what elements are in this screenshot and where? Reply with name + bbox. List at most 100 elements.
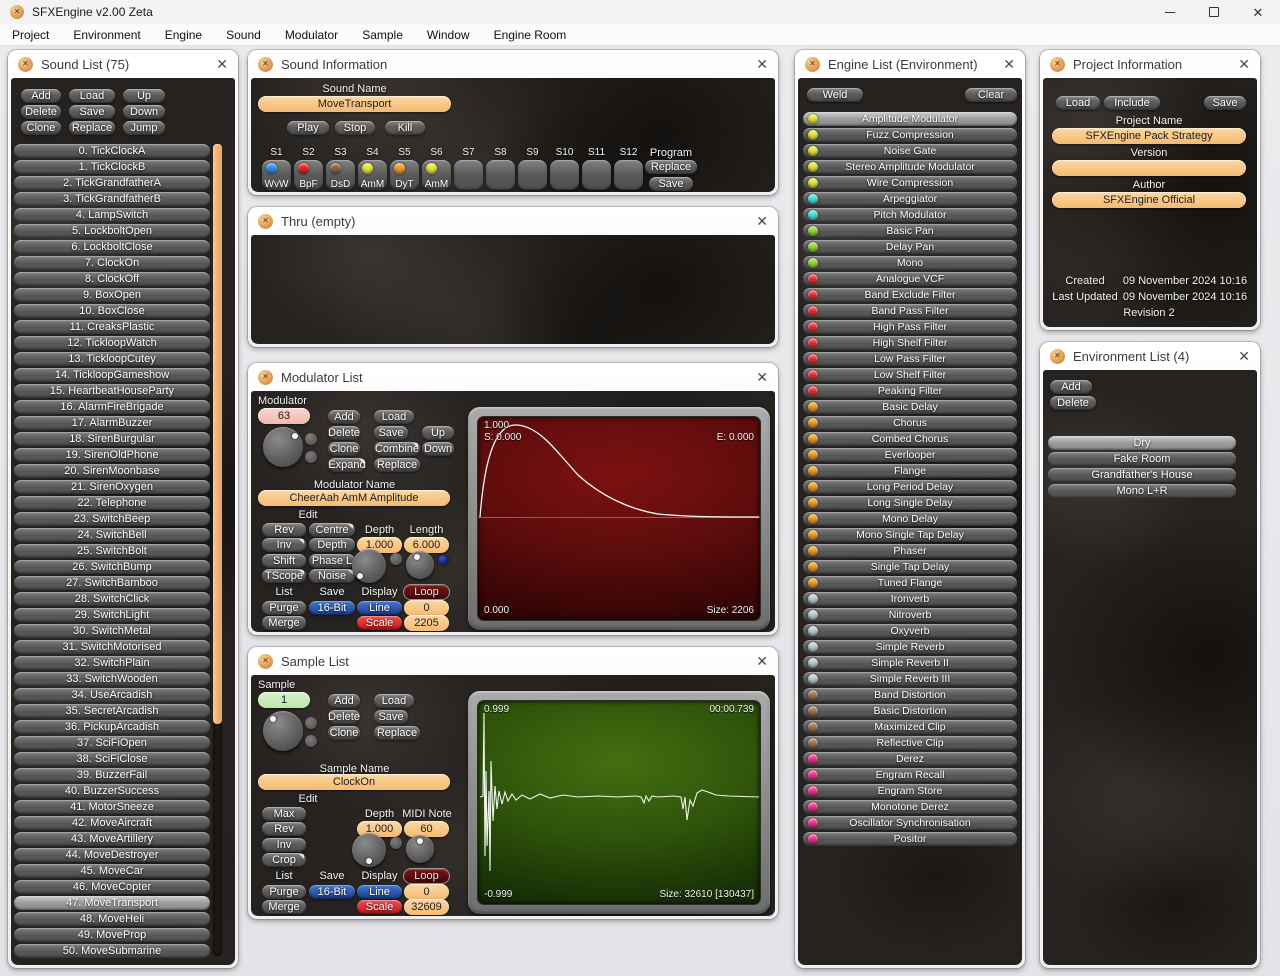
sound-list-item[interactable]: 39. BuzzerFail bbox=[14, 768, 210, 782]
sound-list-item[interactable]: 21. SirenOxygen bbox=[14, 480, 210, 494]
close-icon[interactable]: ✕ bbox=[756, 370, 768, 384]
environment-list-item[interactable]: Mono L+R bbox=[1048, 484, 1236, 498]
sound-list-item[interactable]: 27. SwitchBamboo bbox=[14, 576, 210, 590]
panel-modulator-list-titlebar[interactable]: ✕ Modulator List ✕ bbox=[248, 363, 778, 391]
environment-delete-button[interactable]: Delete bbox=[1050, 396, 1096, 410]
panel-engine-list-titlebar[interactable]: ✕ Engine List (Environment) ✕ bbox=[795, 50, 1025, 78]
engine-list-item[interactable]: Positor bbox=[803, 832, 1017, 846]
engine-list-item[interactable]: Delay Pan bbox=[803, 240, 1017, 254]
engine-list-item[interactable]: Oxyverb bbox=[803, 624, 1017, 638]
modulator-add-button[interactable]: Add bbox=[328, 410, 360, 424]
kill-button[interactable]: Kill bbox=[385, 121, 425, 135]
sound-list-item[interactable]: 7. ClockOn bbox=[14, 256, 210, 270]
modulator-expand-button[interactable]: Expand bbox=[328, 458, 366, 472]
menu-engine-room[interactable]: Engine Room bbox=[482, 24, 579, 45]
sound-list-item[interactable]: 9. BoxOpen bbox=[14, 288, 210, 302]
sound-list-item[interactable]: 45. MoveCar bbox=[14, 864, 210, 878]
sound-list-scrollbar-thumb[interactable] bbox=[213, 144, 222, 724]
panel-sound-list-titlebar[interactable]: ✕ Sound List (75) ✕ bbox=[8, 50, 238, 78]
engine-list-item[interactable]: Long Period Delay bbox=[803, 480, 1017, 494]
version-field[interactable] bbox=[1052, 160, 1246, 176]
sound-slot[interactable]: DsD bbox=[326, 160, 355, 190]
sound-list-item[interactable]: 38. SciFiClose bbox=[14, 752, 210, 766]
menu-sample[interactable]: Sample bbox=[350, 24, 415, 45]
scale-button[interactable]: Scale bbox=[357, 616, 402, 630]
line-button[interactable]: Line bbox=[357, 601, 402, 615]
sound-list-item[interactable]: 40. BuzzerSuccess bbox=[14, 784, 210, 798]
purge-button[interactable]: Purge bbox=[262, 601, 306, 615]
depth-button[interactable]: Depth bbox=[309, 538, 355, 552]
sound-list-item[interactable]: 12. TickloopWatch bbox=[14, 336, 210, 350]
weld-button[interactable]: Weld bbox=[807, 88, 863, 102]
sound-slot[interactable] bbox=[550, 160, 579, 190]
sound-slot[interactable]: DyT bbox=[390, 160, 419, 190]
loop-button[interactable]: Loop bbox=[404, 585, 449, 599]
engine-list-item[interactable]: Simple Reverb bbox=[803, 640, 1017, 654]
rev-button[interactable]: Rev bbox=[262, 523, 306, 537]
sound-list-item[interactable]: 48. MoveHeli bbox=[14, 912, 210, 926]
program-replace-button[interactable]: Replace bbox=[645, 160, 697, 174]
close-icon[interactable]: ✕ bbox=[756, 654, 768, 668]
modulator-name-field[interactable]: CheerAah AmM Amplitude bbox=[258, 490, 450, 506]
menu-window[interactable]: Window bbox=[415, 24, 482, 45]
sound-list-delete-button[interactable]: Delete bbox=[21, 105, 61, 119]
sample-number-field[interactable]: 1 bbox=[258, 692, 310, 708]
close-icon[interactable]: ✕ bbox=[1238, 349, 1250, 363]
sound-list-item[interactable]: 6. LockboltClose bbox=[14, 240, 210, 254]
sound-list-item[interactable]: 20. SirenMoonbase bbox=[14, 464, 210, 478]
sound-list-item[interactable]: 49. MoveProp bbox=[14, 928, 210, 942]
bit-depth-button[interactable]: 16-Bit bbox=[309, 885, 355, 899]
loop-start-field[interactable]: 0 bbox=[404, 600, 449, 616]
scale-button[interactable]: Scale bbox=[357, 900, 402, 914]
sound-name-field[interactable]: MoveTransport bbox=[258, 96, 451, 112]
sample-name-field[interactable]: ClockOn bbox=[258, 774, 450, 790]
sound-list-item[interactable]: 18. SirenBurgular bbox=[14, 432, 210, 446]
panel-sample-list-titlebar[interactable]: ✕ Sample List ✕ bbox=[248, 647, 778, 675]
sound-list-item[interactable]: 24. SwitchBell bbox=[14, 528, 210, 542]
sound-list-scrollbar[interactable] bbox=[213, 144, 222, 956]
sample-select-knob[interactable] bbox=[263, 711, 303, 751]
author-field[interactable]: SFXEngine Official bbox=[1052, 192, 1246, 208]
sound-list-item[interactable]: 44. MoveDestroyer bbox=[14, 848, 210, 862]
sound-list-replace-button[interactable]: Replace bbox=[69, 121, 115, 135]
engine-list-item[interactable]: Arpeggiator bbox=[803, 192, 1017, 206]
sound-list-item[interactable]: 2. TickGrandfatherA bbox=[14, 176, 210, 190]
menu-sound[interactable]: Sound bbox=[214, 24, 273, 45]
engine-list-item[interactable]: Oscillator Synchronisation bbox=[803, 816, 1017, 830]
sound-list-item[interactable]: 25. SwitchBolt bbox=[14, 544, 210, 558]
engine-list-item[interactable]: Mono Delay bbox=[803, 512, 1017, 526]
clear-button[interactable]: Clear bbox=[965, 88, 1017, 102]
engine-list-item[interactable]: Low Shelf Filter bbox=[803, 368, 1017, 382]
purge-button[interactable]: Purge bbox=[262, 885, 306, 899]
sound-list-item[interactable]: 29. SwitchLight bbox=[14, 608, 210, 622]
engine-list-item[interactable]: Stereo Amplitude Modulator bbox=[803, 160, 1017, 174]
sample-load-button[interactable]: Load bbox=[374, 694, 414, 708]
close-icon[interactable]: ✕ bbox=[216, 57, 228, 71]
rev-button[interactable]: Rev bbox=[262, 822, 306, 836]
sound-list-item[interactable]: 22. Telephone bbox=[14, 496, 210, 510]
sound-list-item[interactable]: 30. SwitchMetal bbox=[14, 624, 210, 638]
engine-list-item[interactable]: Wire Compression bbox=[803, 176, 1017, 190]
sound-slot[interactable] bbox=[614, 160, 643, 190]
engine-list-item[interactable]: Simple Reverb III bbox=[803, 672, 1017, 686]
engine-list-item[interactable]: Reflective Clip bbox=[803, 736, 1017, 750]
close-button[interactable]: ✕ bbox=[1236, 0, 1280, 24]
sound-list-add-button[interactable]: Add bbox=[21, 89, 61, 103]
sound-list-item[interactable]: 43. MoveArtillery bbox=[14, 832, 210, 846]
sound-list-save-button[interactable]: Save bbox=[69, 105, 115, 119]
engine-list-item[interactable]: Noise Gate bbox=[803, 144, 1017, 158]
line-button[interactable]: Line bbox=[357, 885, 402, 899]
engine-list-item[interactable]: Band Distortion bbox=[803, 688, 1017, 702]
engine-list-item[interactable]: Phaser bbox=[803, 544, 1017, 558]
sound-list-item[interactable]: 0. TickClockA bbox=[14, 144, 210, 158]
sound-list-item[interactable]: 4. LampSwitch bbox=[14, 208, 210, 222]
shift-button[interactable]: Shift bbox=[262, 554, 306, 568]
sound-list-item[interactable]: 13. TickloopCutey bbox=[14, 352, 210, 366]
engine-list-item[interactable]: Nitroverb bbox=[803, 608, 1017, 622]
engine-list-item[interactable]: Basic Delay bbox=[803, 400, 1017, 414]
close-icon[interactable]: ✕ bbox=[756, 214, 768, 228]
sound-list-item[interactable]: 19. SirenOldPhone bbox=[14, 448, 210, 462]
sound-list-item[interactable]: 42. MoveAircraft bbox=[14, 816, 210, 830]
sound-slot[interactable] bbox=[518, 160, 547, 190]
panel-sound-information-titlebar[interactable]: ✕ Sound Information ✕ bbox=[248, 50, 778, 78]
